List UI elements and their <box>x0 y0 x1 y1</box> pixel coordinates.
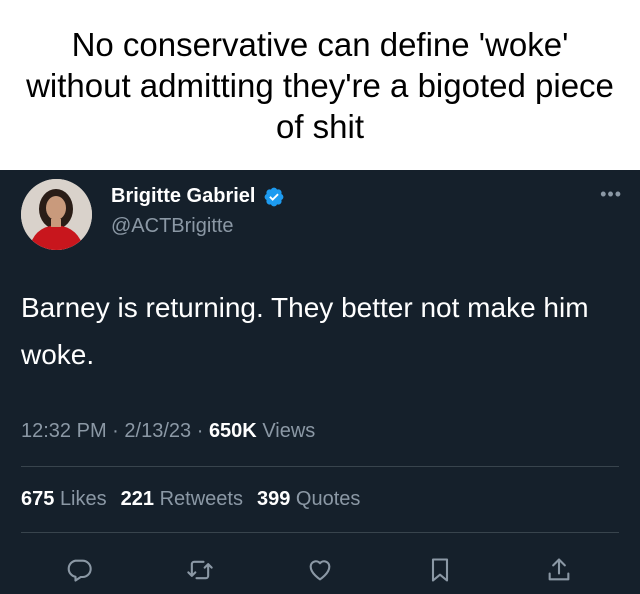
author-name[interactable]: Brigitte Gabriel <box>111 185 255 208</box>
avatar-image <box>21 179 92 250</box>
divider <box>21 466 619 467</box>
bookmark-icon <box>431 558 449 582</box>
separator: · <box>196 420 204 442</box>
quotes-stat[interactable]: 399 Quotes <box>257 488 360 511</box>
views-count: 650K <box>208 420 257 442</box>
like-icon <box>309 560 331 581</box>
retweets-label: Retweets <box>159 488 243 510</box>
tweet-time[interactable]: 12:32 PM <box>21 420 107 442</box>
engagement-stats: 675 Likes 221 Retweets 399 Quotes <box>21 488 360 511</box>
author-row: Brigitte Gabriel <box>111 185 285 208</box>
bookmark-button[interactable] <box>420 550 460 590</box>
avatar[interactable] <box>21 179 92 250</box>
share-button[interactable] <box>539 550 579 590</box>
tweet-card: Brigitte Gabriel @ACTBrigitte ••• Barney… <box>0 170 640 594</box>
likes-count: 675 <box>21 488 55 510</box>
retweet-icon <box>187 560 213 580</box>
retweets-count: 221 <box>120 488 155 510</box>
quotes-count: 399 <box>256 488 291 510</box>
retweet-button[interactable] <box>180 550 220 590</box>
tweet-text: Barney is returning. They better not mak… <box>21 292 589 370</box>
tweet-date[interactable]: 2/13/23 <box>124 420 191 442</box>
share-icon <box>548 558 570 581</box>
quotes-label: Quotes <box>295 488 361 510</box>
likes-stat[interactable]: 675 Likes <box>21 488 107 511</box>
views-label: Views <box>262 420 316 442</box>
meme-caption: No conservative can define 'woke' withou… <box>0 0 640 170</box>
likes-label: Likes <box>59 488 107 510</box>
more-icon[interactable]: ••• <box>600 184 622 205</box>
author-handle[interactable]: @ACTBrigitte <box>111 215 234 238</box>
separator: · <box>112 420 119 442</box>
reply-icon <box>67 559 92 582</box>
reply-button[interactable] <box>59 550 99 590</box>
action-bar <box>0 550 640 590</box>
verified-badge-icon <box>265 187 284 206</box>
tweet-meta: 12:32 PM · 2/13/23 · 650K Views <box>21 420 315 443</box>
retweets-stat[interactable]: 221 Retweets <box>121 488 243 511</box>
like-button[interactable] <box>300 550 340 590</box>
divider <box>21 532 619 533</box>
